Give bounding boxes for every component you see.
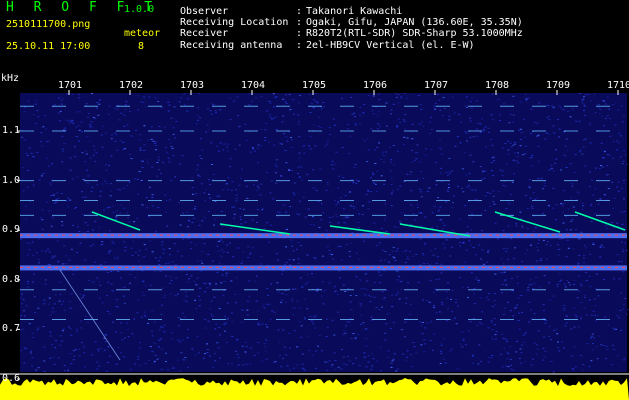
time-tick-label: 1710 (607, 80, 629, 91)
time-tick-label: 1705 (302, 80, 327, 91)
freq-tick-label: 0.9 (2, 224, 21, 236)
time-tick-label: 1706 (363, 80, 388, 91)
time-tick-label: 1709 (546, 80, 571, 91)
freq-tick-label: 0.8 (2, 273, 21, 285)
time-tick-label: 1707 (424, 80, 449, 91)
freq-tick-label: 0.6 (2, 373, 21, 384)
freq-tick-label: 1.1 (2, 125, 21, 136)
time-tick-label: 1701 (58, 80, 83, 91)
time-tick-label: 1702 (119, 80, 144, 91)
time-tick-label: 1703 (180, 80, 205, 91)
freq-tick-label: 1.0 (2, 174, 21, 186)
spectrogram (0, 72, 629, 400)
time-tick-label: 1704 (241, 80, 266, 91)
freq-tick-label: 0.7 (2, 323, 21, 335)
y-axis-unit: kHz (1, 73, 20, 84)
time-tick-label: 1708 (485, 80, 510, 91)
